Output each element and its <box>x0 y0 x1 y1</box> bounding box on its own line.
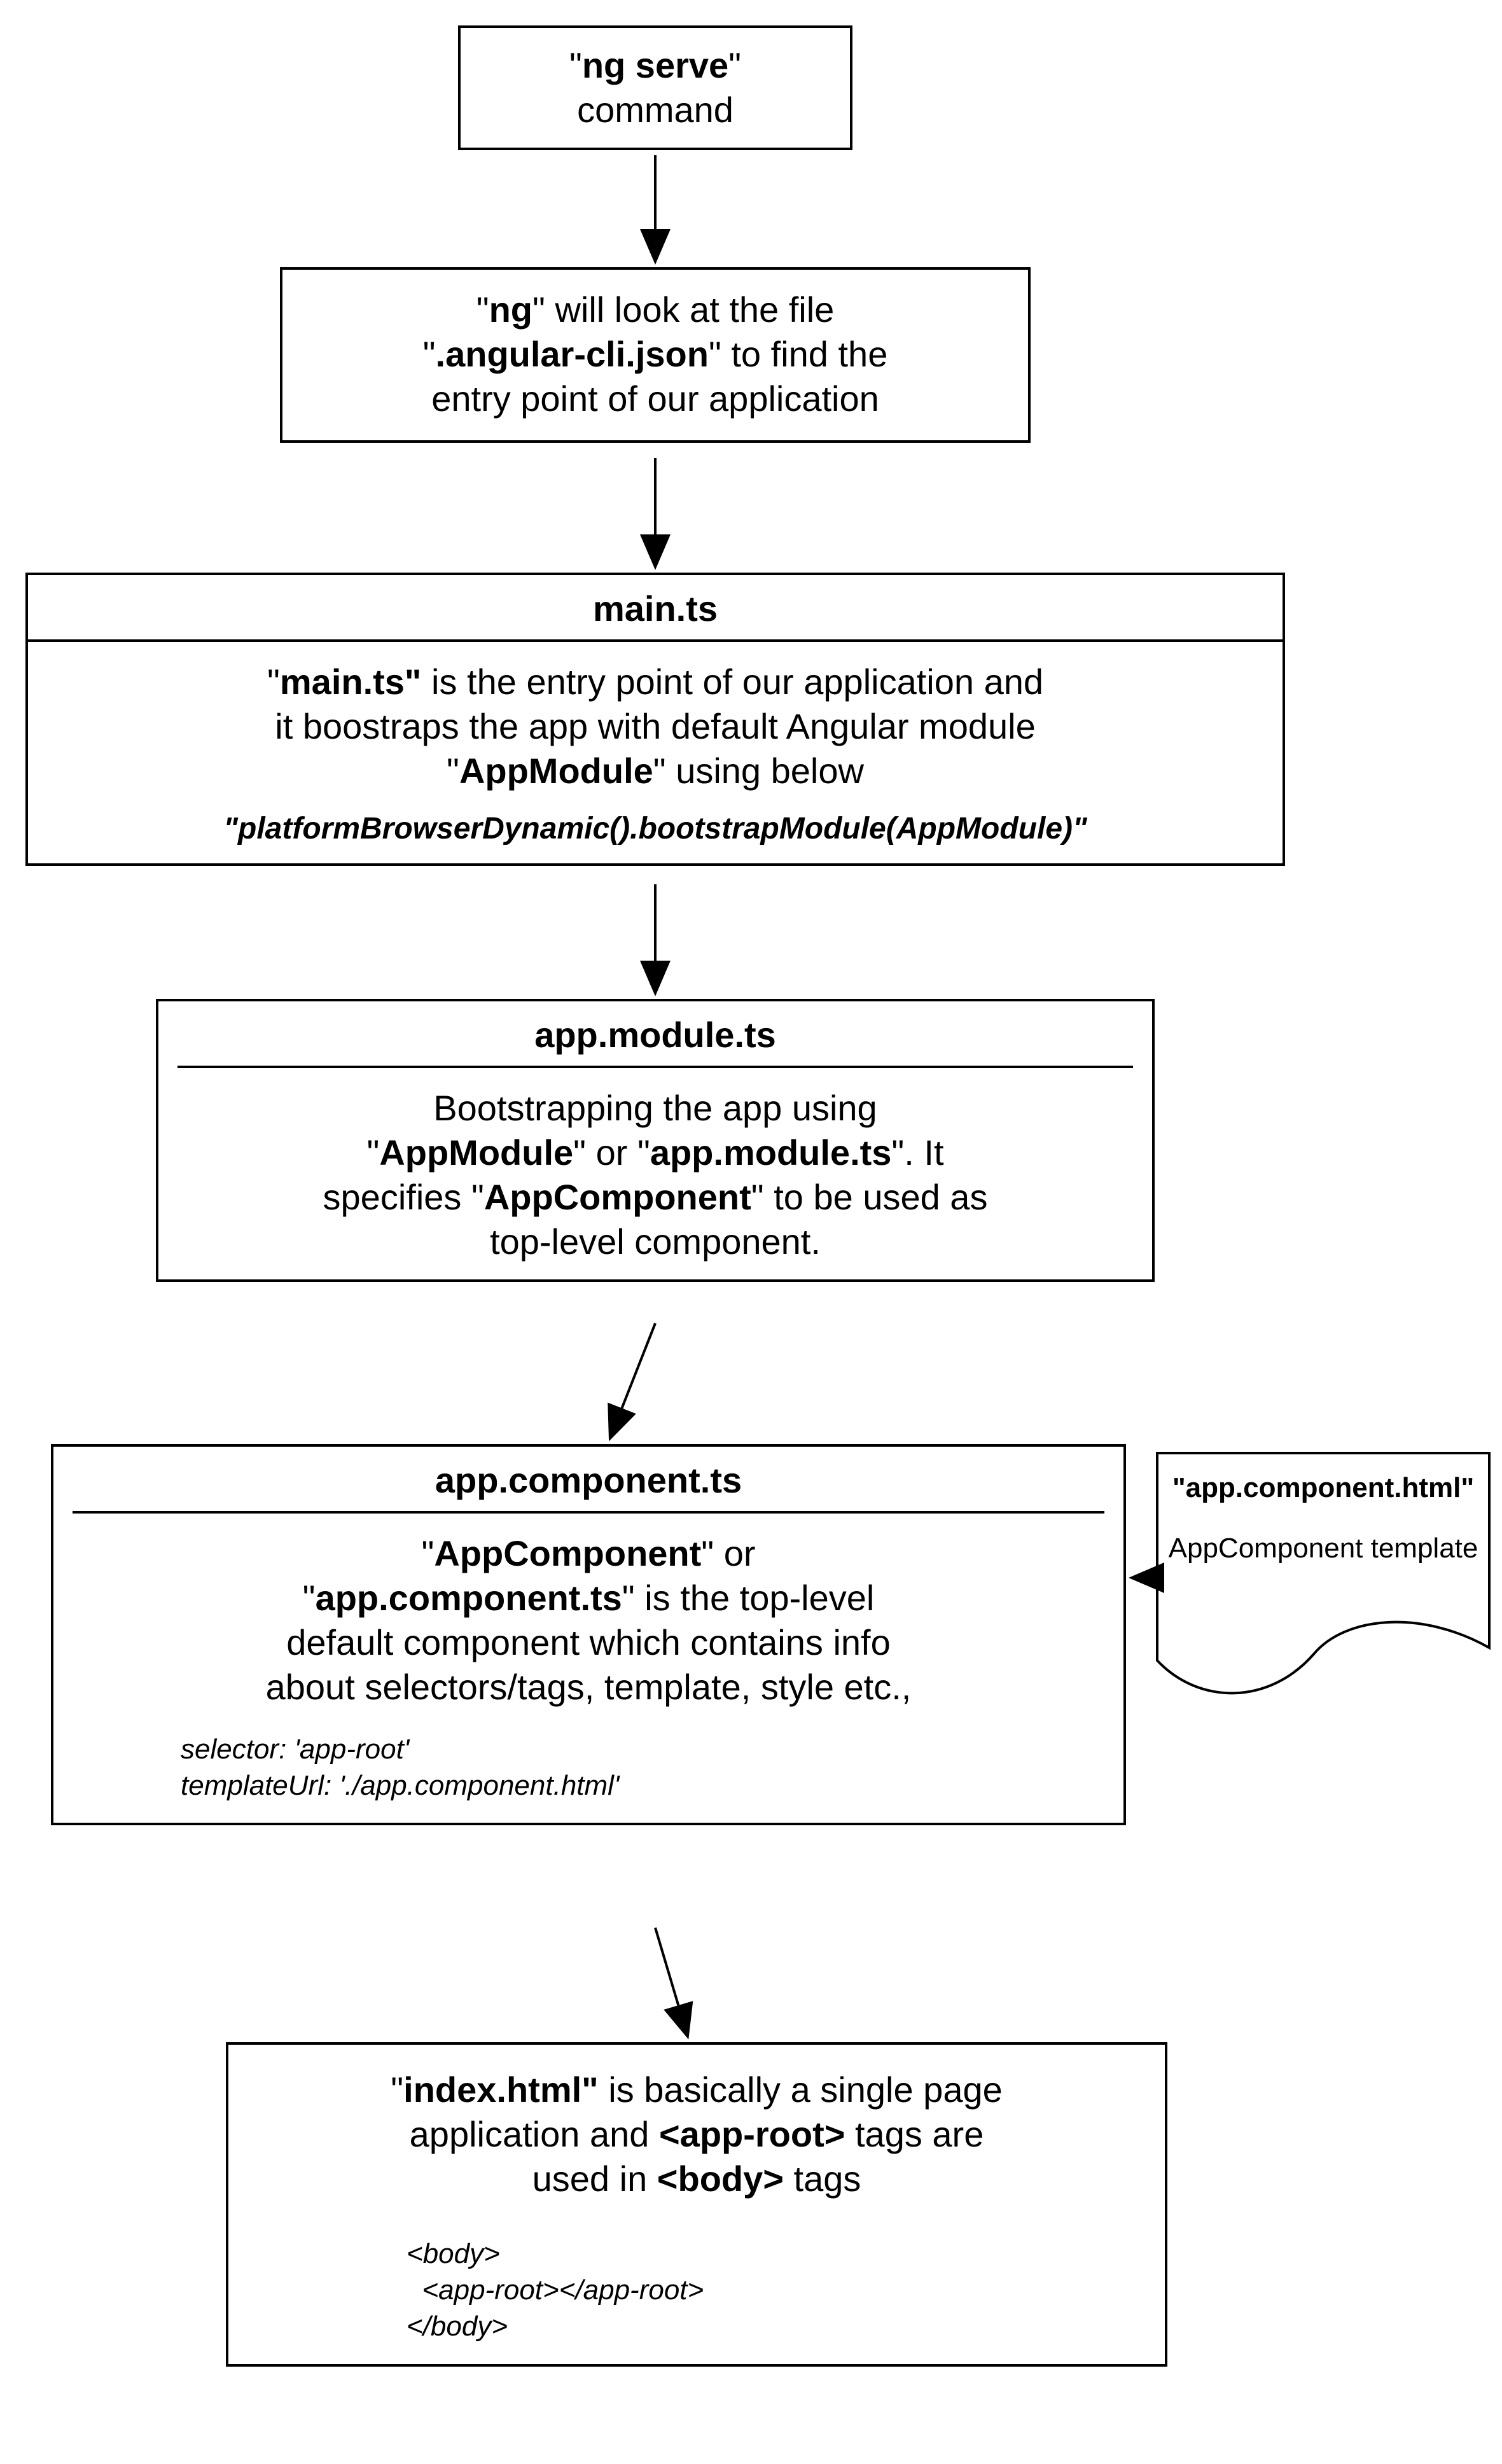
text: Bootstrapping the app using <box>433 1088 877 1128</box>
node-app-module: app.module.ts Bootstrapping the app usin… <box>156 999 1155 1282</box>
doc-content: "app.component.html" AppComponent templa… <box>1158 1470 1489 1566</box>
text: "AppModule" using below <box>447 751 864 791</box>
text: default component which contains info <box>286 1622 890 1662</box>
node-main-ts: main.ts "main.ts" is the entry point of … <box>25 573 1285 866</box>
text: specifies "AppComponent" to be used as <box>323 1177 988 1217</box>
flowchart-canvas: "ng serve" command "ng" will look at the… <box>0 0 1502 2464</box>
text: "ng serve" <box>569 45 741 85</box>
text: used in <body> tags <box>532 2159 861 2199</box>
code: selector: 'app-root' templateUrl: './app… <box>53 1725 1123 1804</box>
text: "AppModule" or "app.module.ts". It <box>366 1132 943 1173</box>
text: "index.html" is basically a single page <box>391 2070 1003 2110</box>
code: <body> <app-root></app-root> </body> <box>228 2217 1165 2345</box>
node-app-component: app.component.ts "AppComponent" or "app.… <box>51 1444 1126 1825</box>
text: "AppComponent" or <box>421 1533 755 1573</box>
node-title: app.module.ts <box>158 1001 1152 1066</box>
text: "main.ts" is the entry point of our appl… <box>267 662 1043 702</box>
doc-title: "app.component.html" <box>1158 1470 1489 1530</box>
text: "ng" will look at the file <box>476 289 835 330</box>
text: "app.component.ts" is the top-level <box>303 1578 875 1618</box>
text: entry point of our application <box>431 379 879 419</box>
node-title: main.ts <box>28 575 1283 639</box>
text: it boostraps the app with default Angula… <box>275 706 1035 746</box>
doc-sub: AppComponent template <box>1158 1530 1489 1566</box>
text: command <box>577 90 734 130</box>
text: top-level component. <box>490 1222 821 1262</box>
text: ".angular-cli.json" to find the <box>423 334 888 374</box>
code: "platformBrowserDynamic().bootstrapModul… <box>46 793 1265 848</box>
text: about selectors/tags, template, style et… <box>266 1667 912 1707</box>
node-cli-json: "ng" will look at the file ".angular-cli… <box>280 267 1031 443</box>
node-title: app.component.ts <box>53 1447 1123 1511</box>
text: application and <app-root> tags are <box>410 2114 984 2154</box>
node-ng-serve: "ng serve" command <box>458 25 852 150</box>
node-index-html: "index.html" is basically a single page … <box>226 2042 1167 2367</box>
